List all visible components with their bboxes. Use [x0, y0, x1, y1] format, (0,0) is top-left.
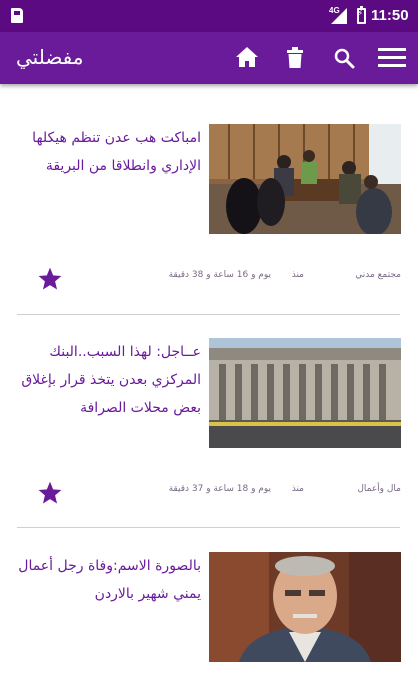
- article-elapsed-time: يوم و 16 ساعة و 38 دقيقة: [168, 270, 271, 280]
- menu-button[interactable]: [374, 40, 410, 76]
- meeting-photo: [209, 124, 401, 234]
- favorite-button[interactable]: [37, 480, 63, 506]
- article-since-label: منذ: [291, 270, 304, 280]
- home-icon: [236, 47, 258, 67]
- battery-charging-icon: [357, 6, 366, 24]
- page-title: مفضلتي: [16, 45, 84, 69]
- home-button[interactable]: [229, 40, 265, 76]
- portrait-photo: [209, 552, 401, 662]
- article-image[interactable]: [209, 124, 401, 234]
- search-button[interactable]: [326, 40, 362, 76]
- article-category: مجتمع مدني: [355, 270, 401, 280]
- divider: [17, 527, 400, 528]
- hamburger-menu-icon: [378, 48, 406, 67]
- article-meta: مجتمع مدني منذ يوم و 16 ساعة و 38 دقيقة: [135, 270, 401, 284]
- app-bar: مفضلتي: [0, 32, 418, 84]
- article-since-label: منذ: [291, 484, 304, 494]
- article-image[interactable]: [209, 338, 401, 448]
- bank-building-photo: [209, 338, 401, 448]
- favorite-button[interactable]: [37, 266, 63, 292]
- network-type: 4G: [329, 6, 340, 15]
- article-card[interactable]: عــاجل: لهذا السبب..البنك المركزي بعدن ي…: [17, 338, 401, 518]
- clock: 11:50: [371, 7, 409, 24]
- search-icon: [334, 48, 355, 69]
- article-meta: مال وأعمال منذ يوم و 18 ساعة و 37 دقيقة: [135, 484, 401, 498]
- article-elapsed-time: يوم و 18 ساعة و 37 دقيقة: [168, 484, 271, 494]
- article-card[interactable]: بالصورة الاسم:وفاة رجل أعمال يمني شهير ب…: [17, 552, 401, 672]
- article-title[interactable]: عــاجل: لهذا السبب..البنك المركزي بعدن ي…: [17, 338, 201, 422]
- article-title[interactable]: بالصورة الاسم:وفاة رجل أعمال يمني شهير ب…: [17, 552, 201, 608]
- sim-card-icon: [11, 8, 23, 23]
- star-icon: [38, 267, 62, 290]
- article-card[interactable]: امباكت هب عدن تنظم هيكلها الإداري وانطلا…: [17, 124, 401, 304]
- article-category: مال وأعمال: [357, 484, 401, 494]
- divider: [17, 314, 400, 315]
- status-bar: 4G 11:50: [0, 0, 418, 32]
- article-image[interactable]: [209, 552, 401, 662]
- delete-button[interactable]: [277, 40, 313, 76]
- article-title[interactable]: امباكت هب عدن تنظم هيكلها الإداري وانطلا…: [17, 124, 201, 180]
- trash-icon: [287, 47, 303, 68]
- star-icon: [38, 481, 62, 504]
